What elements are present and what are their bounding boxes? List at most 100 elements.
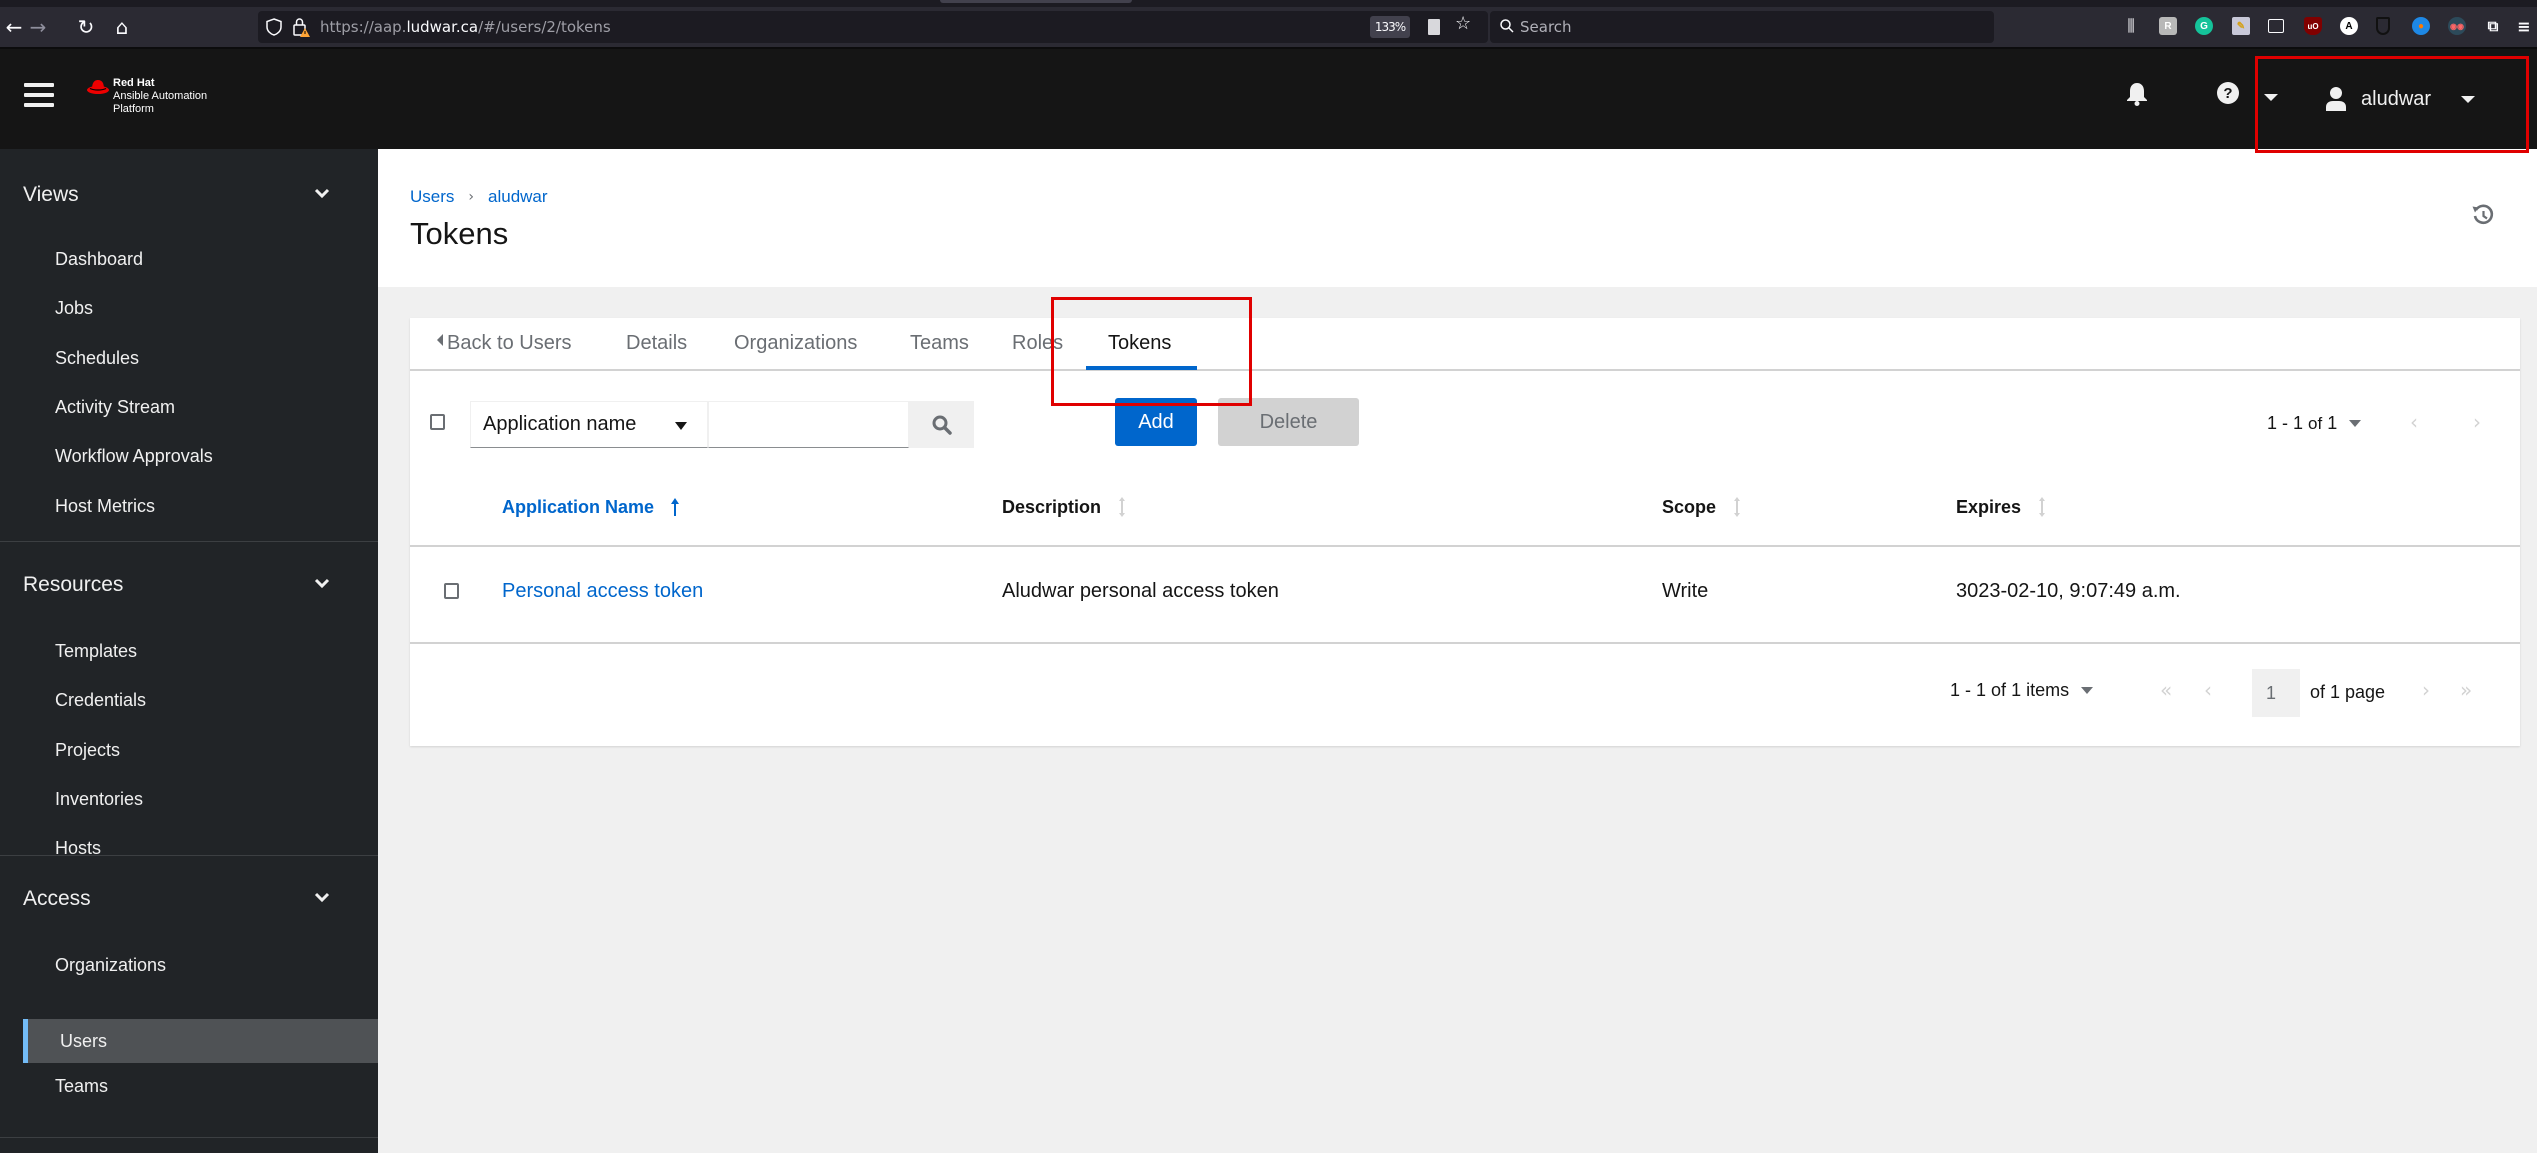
- chevron-down-icon[interactable]: [314, 188, 330, 200]
- last-page-icon[interactable]: »: [2460, 678, 2472, 702]
- sidebar-item-schedules[interactable]: Schedules: [0, 336, 378, 380]
- pagination-bottom-toggle[interactable]: 1 - 1 of 1 items: [1950, 680, 2094, 701]
- tracking-shield-icon[interactable]: [266, 18, 282, 36]
- search-button[interactable]: [909, 401, 974, 448]
- pagination-total: 1: [2327, 413, 2338, 433]
- a-ext-icon[interactable]: A: [2340, 17, 2358, 35]
- sort-icon: [1119, 497, 1126, 517]
- activity-history-icon[interactable]: [2471, 203, 2495, 227]
- shield-ext-icon[interactable]: [2376, 17, 2390, 35]
- sidebar-item-activity-stream[interactable]: Activity Stream: [0, 385, 378, 429]
- tab-bar: Back to Users Details Organizations Team…: [410, 318, 2520, 371]
- token-application-link[interactable]: Personal access token: [502, 580, 703, 603]
- pagination-items-label: items: [2026, 680, 2070, 700]
- tab-details[interactable]: Details: [626, 332, 687, 355]
- nav-divider: [0, 1137, 378, 1138]
- tab-back-label: Back to Users: [447, 332, 572, 354]
- url-bar[interactable]: https://aap.ludwar.ca/#/users/2/tokens: [258, 11, 1488, 43]
- sidebar-item-organizations[interactable]: Organizations: [0, 943, 378, 987]
- sidebar-item-jobs[interactable]: Jobs: [0, 286, 378, 330]
- next-page-icon[interactable]: ›: [2422, 678, 2430, 702]
- red-hat-logo[interactable]: Red Hat Ansible Automation Platform: [86, 77, 236, 121]
- username-label: aludwar: [2361, 87, 2432, 110]
- extension-r-icon[interactable]: R: [2159, 17, 2177, 35]
- page-header: Users › aludwar Tokens: [378, 149, 2537, 287]
- pencil-ext-icon[interactable]: ✎: [2232, 17, 2250, 35]
- reload-icon[interactable]: ↻: [72, 7, 100, 47]
- vpn-ext-icon[interactable]: ●: [2412, 17, 2430, 35]
- column-header-application-name[interactable]: Application Name: [502, 496, 680, 518]
- add-button[interactable]: Add: [1115, 398, 1197, 446]
- help-dropdown-caret-icon[interactable]: [2264, 94, 2278, 101]
- hamburger-menu-icon[interactable]: [24, 83, 54, 109]
- reader-view-icon[interactable]: [1428, 19, 1440, 35]
- token-description: Aludwar personal access token: [1002, 580, 1279, 602]
- help-icon[interactable]: ?: [2217, 82, 2239, 104]
- search-input[interactable]: [708, 401, 909, 448]
- url-text[interactable]: https://aap.ludwar.ca/#/users/2/tokens: [320, 18, 611, 36]
- sidebar-icon[interactable]: [2268, 19, 2284, 33]
- column-header-expires[interactable]: Expires: [1956, 496, 2047, 518]
- sidebar-item-host-metrics[interactable]: Host Metrics: [0, 484, 378, 528]
- sidebar-item-projects[interactable]: Projects: [0, 728, 378, 772]
- product-name: Ansible Automation Platform: [113, 90, 207, 116]
- sort-icon: [1734, 497, 1741, 517]
- column-label: Application Name: [502, 496, 655, 517]
- nav-section-resources[interactable]: Resources: [23, 573, 123, 597]
- pagination-top-toggle[interactable]: 1 - 1 of 1: [2267, 413, 2362, 434]
- breadcrumb-users-link[interactable]: Users: [410, 187, 454, 207]
- previous-page-icon[interactable]: ‹: [2204, 678, 2212, 702]
- browser-search-bar[interactable]: Search: [1490, 11, 1994, 43]
- svg-text:?: ?: [2223, 85, 2232, 102]
- nav-section-access[interactable]: Access: [23, 887, 91, 911]
- tab-tokens[interactable]: Tokens: [1108, 332, 1171, 355]
- select-all-checkbox[interactable]: [430, 414, 445, 430]
- sidebar-item-workflow-approvals[interactable]: Workflow Approvals: [0, 434, 378, 478]
- forward-icon[interactable]: →: [24, 7, 52, 47]
- tab-back-to-users[interactable]: Back to Users: [437, 332, 571, 355]
- delete-button[interactable]: Delete: [1218, 398, 1359, 446]
- zoom-level-badge[interactable]: 133%: [1370, 16, 1410, 38]
- column-header-scope[interactable]: Scope: [1662, 496, 1742, 518]
- nav-section-views[interactable]: Views: [23, 183, 79, 207]
- tab-teams[interactable]: Teams: [910, 332, 969, 355]
- breadcrumb-user-link[interactable]: aludwar: [488, 187, 548, 207]
- previous-page-icon[interactable]: ‹: [2410, 410, 2418, 434]
- sidebar-item-inventories[interactable]: Inventories: [0, 777, 378, 821]
- spy-ext-icon[interactable]: ◉◉: [2448, 17, 2466, 35]
- current-page-input[interactable]: [2252, 669, 2300, 717]
- bookmark-star-icon[interactable]: ☆: [1455, 13, 1471, 34]
- tab-organizations[interactable]: Organizations: [734, 332, 857, 355]
- red-hat-icon: [87, 80, 109, 94]
- browser-tab[interactable]: [940, 0, 1132, 3]
- grammarly-icon[interactable]: G: [2195, 17, 2213, 35]
- sidebar-item-credentials[interactable]: Credentials: [0, 678, 378, 722]
- sidebar-item-dashboard[interactable]: Dashboard: [0, 237, 378, 281]
- pagination-range: 1 - 1: [1950, 680, 1987, 700]
- row-select-checkbox[interactable]: [444, 583, 459, 599]
- search-placeholder: Search: [1520, 18, 1572, 36]
- extensions-icon[interactable]: ⧉: [2484, 17, 2502, 35]
- breadcrumb-separator-icon: ›: [468, 189, 475, 205]
- lock-warning-icon[interactable]: [292, 17, 310, 37]
- product-name-line2: Platform: [113, 103, 154, 115]
- home-icon[interactable]: ⌂: [108, 7, 136, 47]
- user-menu[interactable]: aludwar: [2325, 49, 2476, 149]
- next-page-icon[interactable]: ›: [2473, 410, 2481, 434]
- pagination-of: of: [2308, 413, 2323, 433]
- ublock-icon[interactable]: uO: [2304, 17, 2322, 35]
- library-icon[interactable]: ⫼: [2122, 16, 2140, 35]
- chevron-down-icon[interactable]: [314, 578, 330, 590]
- app-menu-icon[interactable]: ≡: [2515, 17, 2533, 36]
- notifications-bell-icon[interactable]: [2126, 82, 2148, 106]
- filter-field-select[interactable]: Application name: [470, 401, 708, 448]
- sidebar-item-hosts[interactable]: Hosts: [0, 826, 378, 870]
- caret-down-icon: [2081, 687, 2094, 694]
- column-header-description[interactable]: Description: [1002, 496, 1127, 518]
- sidebar-item-users[interactable]: Users: [23, 1019, 378, 1063]
- first-page-icon[interactable]: «: [2160, 678, 2172, 702]
- chevron-down-icon[interactable]: [314, 892, 330, 904]
- tab-roles[interactable]: Roles: [1012, 332, 1063, 355]
- sidebar-item-teams[interactable]: Teams: [0, 1064, 378, 1108]
- sidebar-item-templates[interactable]: Templates: [0, 629, 378, 673]
